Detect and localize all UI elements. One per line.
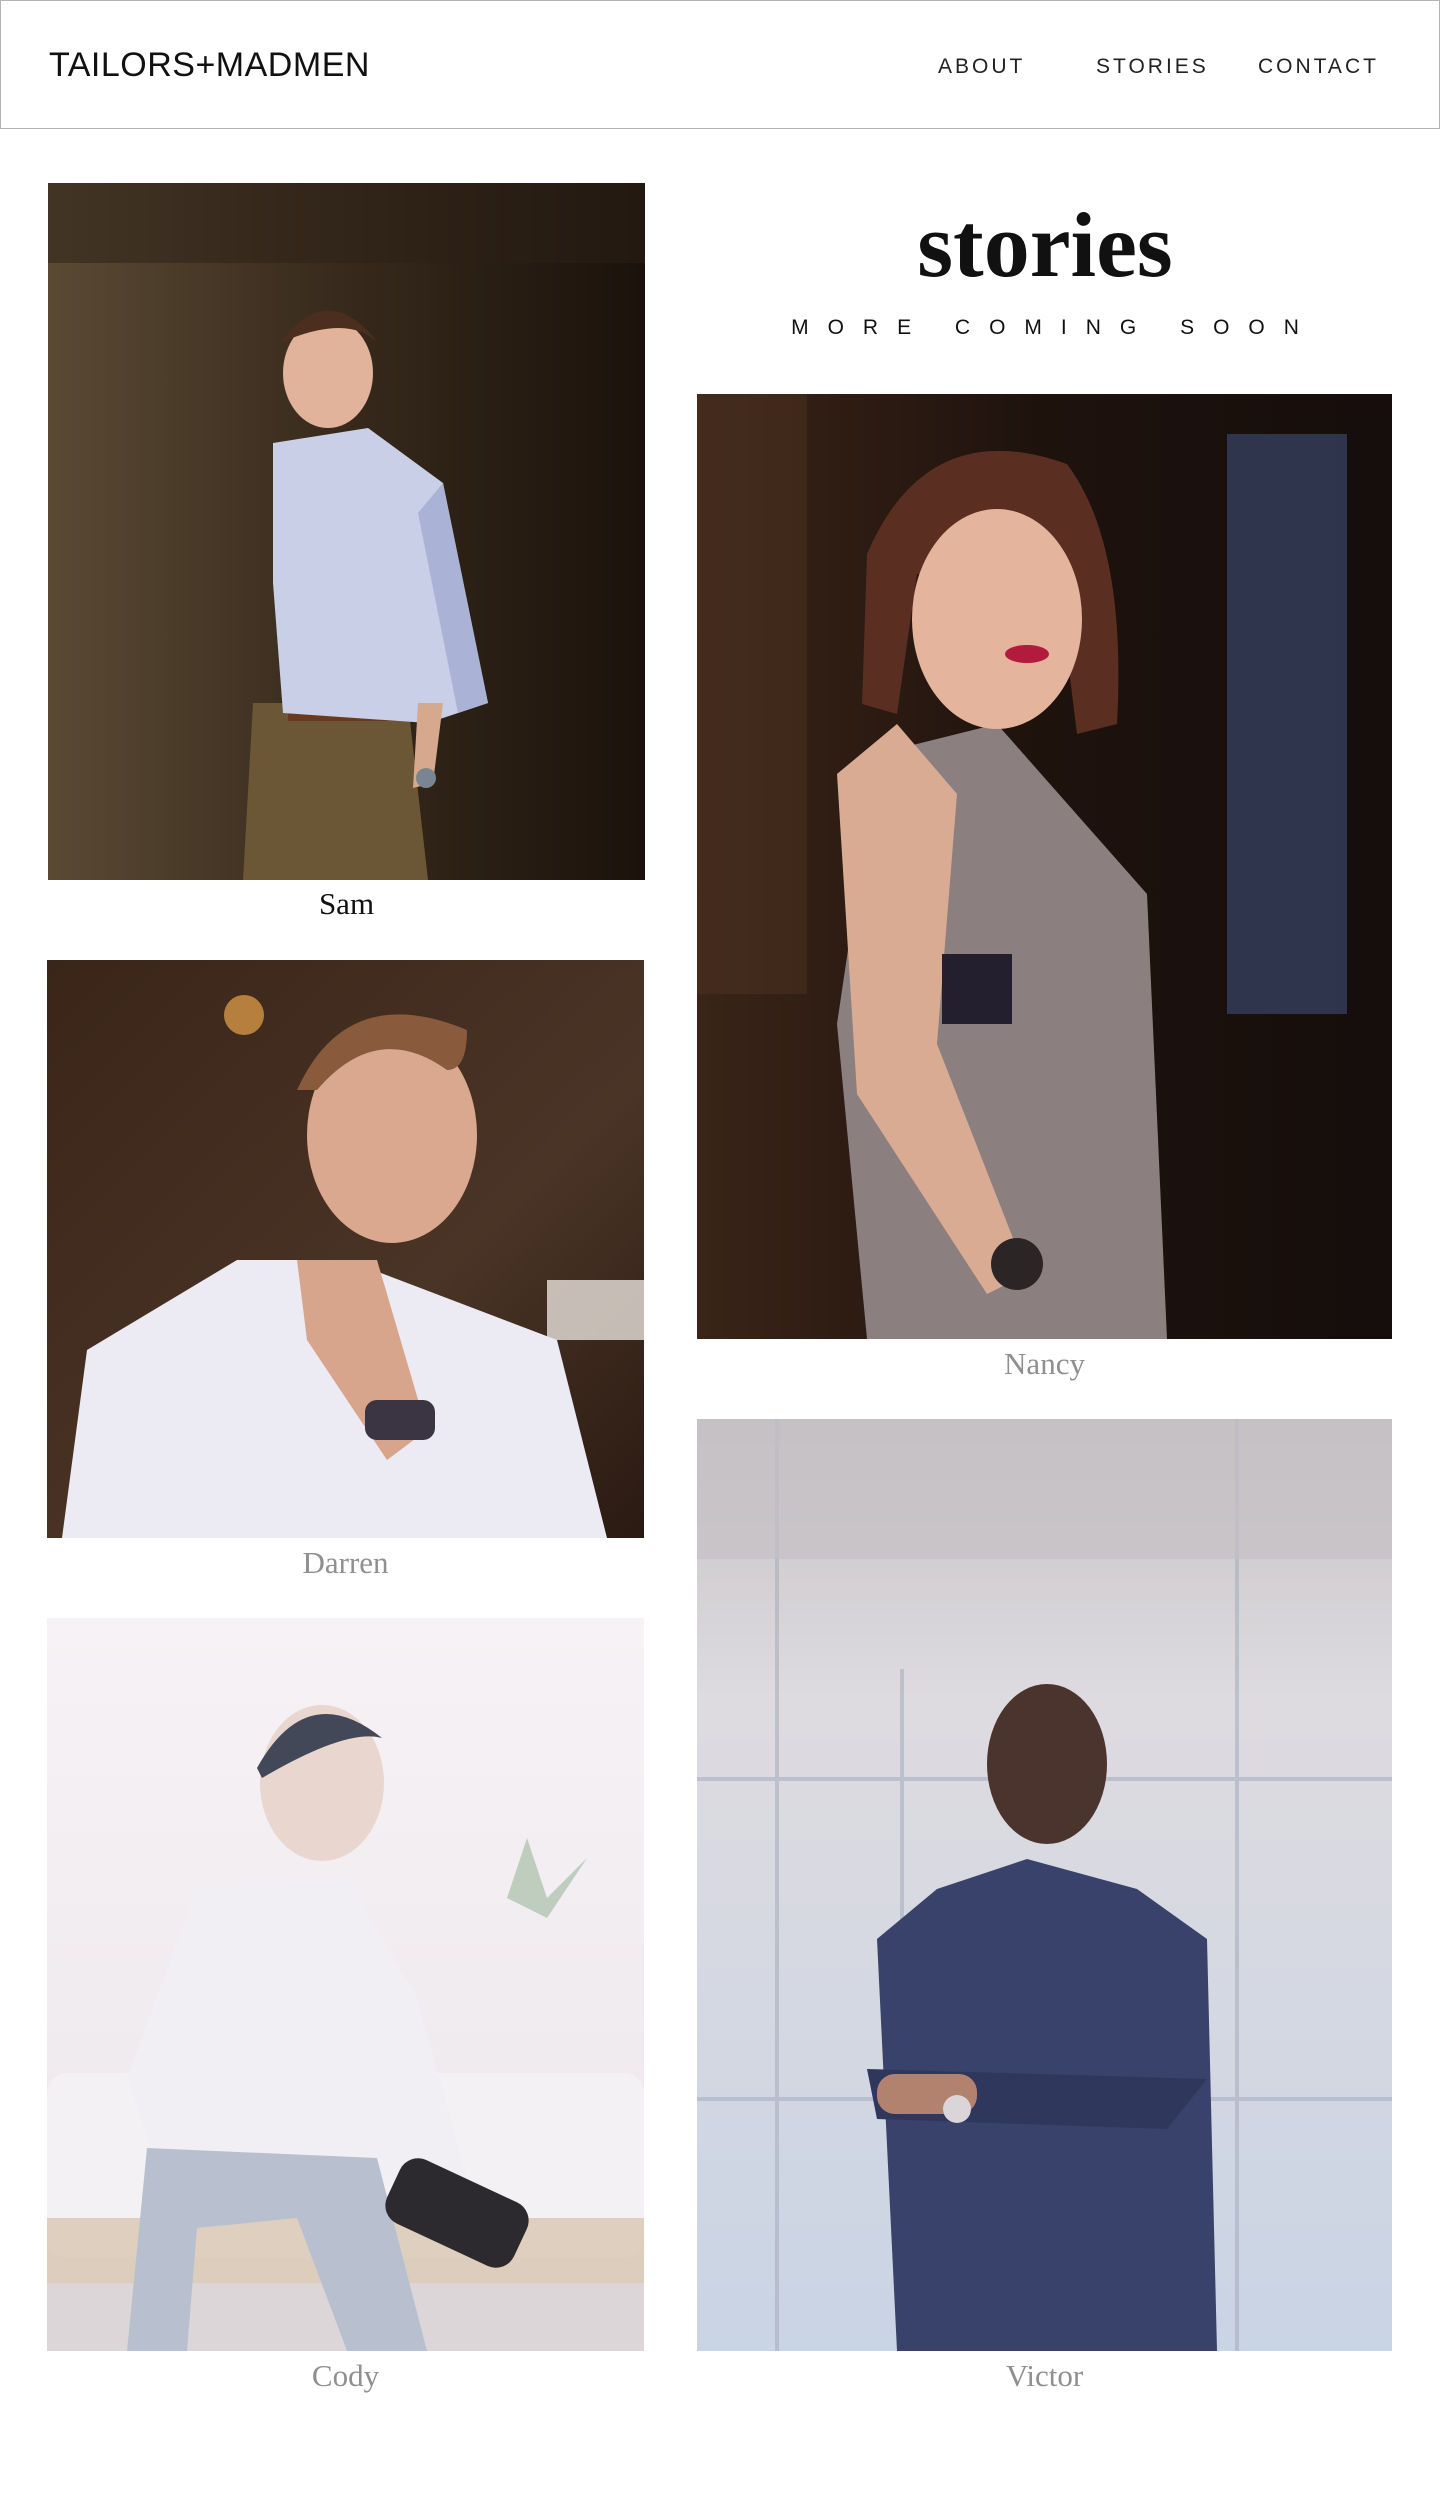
story-caption-darren[interactable]: Darren xyxy=(47,1545,644,1581)
page-subtitle: MORE COMING SOON xyxy=(791,316,1318,339)
site-logo[interactable]: TAILORS+MADMEN xyxy=(49,45,370,85)
story-photo-victor[interactable] xyxy=(697,1419,1392,2351)
story-photo-sam[interactable] xyxy=(48,183,645,880)
nav-contact[interactable]: CONTACT xyxy=(1258,53,1379,81)
story-caption-sam[interactable]: Sam xyxy=(48,886,645,922)
page-title: stories xyxy=(917,194,1173,296)
story-caption-nancy[interactable]: Nancy xyxy=(697,1346,1392,1382)
nav-stories[interactable]: STORIES xyxy=(1096,53,1209,81)
story-photo-darren[interactable] xyxy=(47,960,644,1538)
story-photo-nancy[interactable] xyxy=(697,394,1392,1339)
story-caption-victor[interactable]: Victor xyxy=(697,2358,1392,2394)
site-header: TAILORS+MADMEN ABOUT STORIES CONTACT xyxy=(0,0,1440,129)
nav-about[interactable]: ABOUT xyxy=(938,53,1025,81)
story-caption-cody[interactable]: Cody xyxy=(47,2358,644,2394)
story-photo-cody[interactable] xyxy=(47,1618,644,2351)
